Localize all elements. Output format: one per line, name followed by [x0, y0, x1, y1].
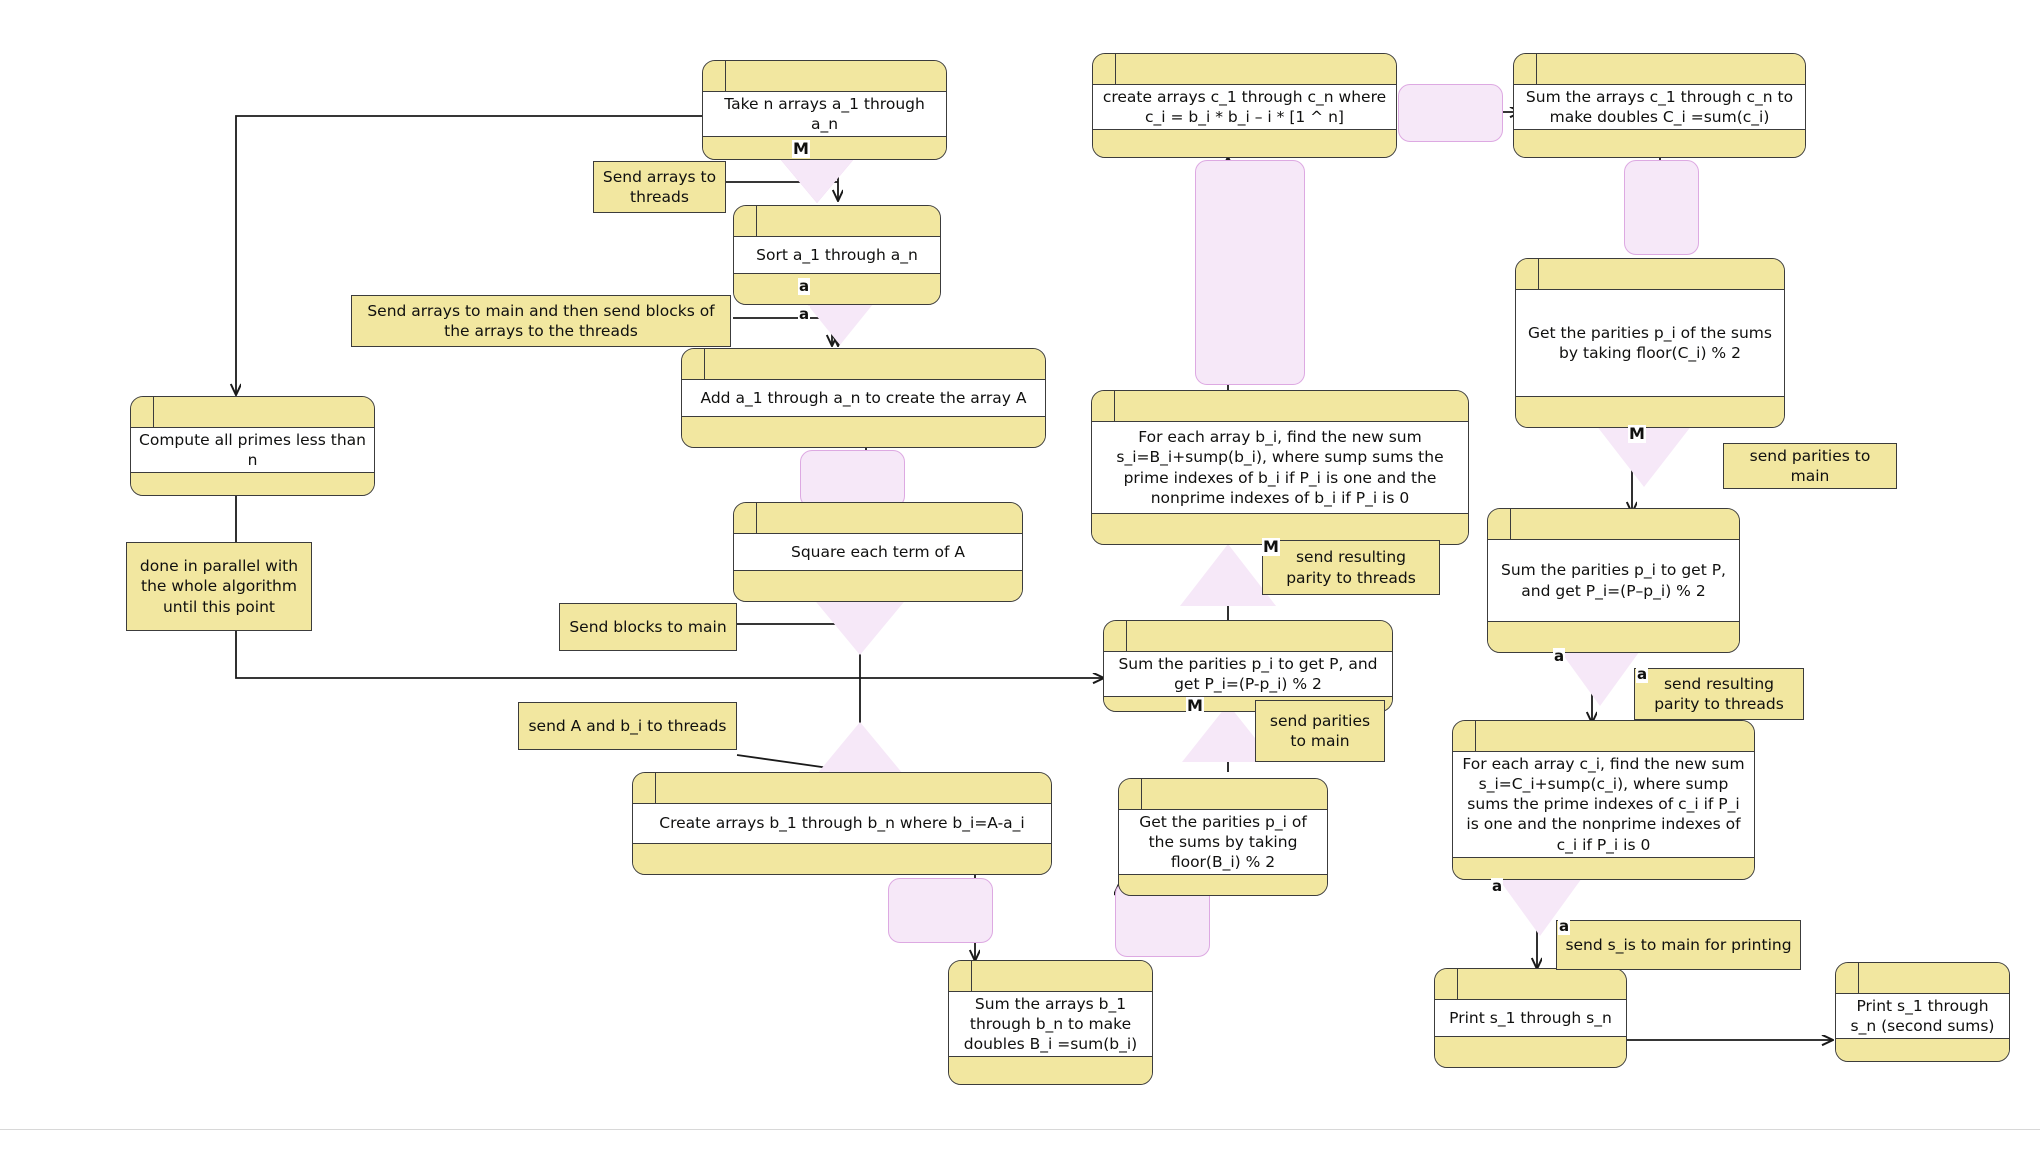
note-send-a-and-b-to-threads: send A and b_i to threads — [518, 702, 737, 750]
marker-m-new-sum-b: M — [1262, 537, 1280, 556]
node-label: Square each term of A — [734, 534, 1022, 571]
node-label: Create arrays b_1 through b_n where b_i=… — [633, 804, 1051, 844]
node-footer-band — [1435, 1037, 1626, 1067]
node-label: Sum the arrays b_1 through b_n to make d… — [949, 992, 1152, 1058]
note-send-arrays-to-main: Send arrays to main and then send blocks… — [351, 295, 731, 347]
node-header-band — [1104, 621, 1392, 652]
node-print-s-second[interactable]: Print s_1 through s_n (second sums) — [1835, 962, 2010, 1062]
node-footer-band — [1514, 130, 1805, 157]
note-send-arrays-to-threads: Send arrays to threads — [593, 161, 726, 213]
node-header-band — [1514, 54, 1805, 85]
marker-m-take-n-arrays: M — [792, 139, 810, 158]
fork-marker-sum-parities-c — [1558, 648, 1642, 706]
marker-a-note-print: a — [1558, 917, 1571, 935]
node-label: Sum the parities p_i to get P, and get P… — [1488, 540, 1739, 622]
node-footer-band — [734, 571, 1022, 601]
node-new-sum-b[interactable]: For each array b_i, find the new sum s_i… — [1091, 390, 1469, 545]
node-footer-band — [703, 137, 946, 159]
node-header-band — [1119, 779, 1327, 810]
node-header-band — [1836, 963, 2009, 994]
node-label: Get the parities p_i of the sums by taki… — [1119, 810, 1327, 876]
fork-marker-square-terms — [812, 597, 908, 655]
connector-add-to-square — [800, 450, 905, 508]
node-header-band — [949, 961, 1152, 992]
node-label: Take n arrays a_1 through a_n — [703, 92, 946, 138]
node-header-band — [1435, 969, 1626, 1000]
node-sum-parities-b[interactable]: Sum the parities p_i to get P, and get P… — [1103, 620, 1393, 712]
node-header-band — [1092, 391, 1468, 422]
note-send-parities-to-main-2: send parities to main — [1723, 443, 1897, 489]
note-send-blocks-to-main: Send blocks to main — [559, 603, 737, 651]
node-label: Sort a_1 through a_n — [734, 237, 940, 274]
diagram-canvas: Take n arrays a_1 through a_n Sort a_1 t… — [0, 0, 2040, 1160]
node-footer-band — [734, 274, 940, 304]
node-parities-b[interactable]: Get the parities p_i of the sums by taki… — [1118, 778, 1328, 896]
node-footer-band — [949, 1057, 1152, 1084]
node-header-band — [633, 773, 1051, 804]
node-label: create arrays c_1 through c_n where c_i … — [1093, 85, 1396, 131]
node-label: Compute all primes less than n — [131, 428, 374, 474]
note-send-sis-to-main-for-printing: send s_is to main for printing — [1556, 920, 1801, 970]
node-label: Print s_1 through s_n — [1435, 1000, 1626, 1037]
node-label: Get the parities p_i of the sums by taki… — [1516, 290, 1784, 397]
node-label: For each array b_i, find the new sum s_i… — [1092, 422, 1468, 514]
marker-m-parities-c: M — [1628, 424, 1646, 443]
node-sum-parities-c[interactable]: Sum the parities p_i to get P, and get P… — [1487, 508, 1740, 653]
node-header-band — [703, 61, 946, 92]
node-sum-c[interactable]: Sum the arrays c_1 through c_n to make d… — [1513, 53, 1806, 158]
node-create-c[interactable]: create arrays c_1 through c_n where c_i … — [1092, 53, 1397, 158]
node-header-band — [1516, 259, 1784, 290]
note-send-parities-to-main-1: send parities to main — [1255, 700, 1385, 762]
node-label: For each array c_i, find the new sum s_i… — [1453, 752, 1754, 858]
node-label: Print s_1 through s_n (second sums) — [1836, 994, 2009, 1040]
node-sort-arrays[interactable]: Sort a_1 through a_n — [733, 205, 941, 305]
node-footer-band — [633, 844, 1051, 874]
node-footer-band — [682, 417, 1045, 447]
node-parities-c[interactable]: Get the parities p_i of the sums by taki… — [1515, 258, 1785, 428]
note-done-in-parallel: done in parallel with the whole algorith… — [126, 542, 312, 631]
node-print-s[interactable]: Print s_1 through s_n — [1434, 968, 1627, 1068]
node-label: Sum the parities p_i to get P, and get P… — [1104, 652, 1392, 698]
marker-a-sort-bottom: a — [798, 305, 811, 323]
node-sum-b[interactable]: Sum the arrays b_1 through b_n to make d… — [948, 960, 1153, 1085]
node-header-band — [734, 503, 1022, 534]
node-new-sum-c[interactable]: For each array c_i, find the new sum s_i… — [1452, 720, 1755, 880]
marker-a-note-parity-threads: a — [1636, 665, 1649, 683]
node-footer-band — [1516, 397, 1784, 427]
node-create-b[interactable]: Create arrays b_1 through b_n where b_i=… — [632, 772, 1052, 875]
marker-m-sum-parities-b: M — [1186, 696, 1204, 715]
node-take-n-arrays[interactable]: Take n arrays a_1 through a_n — [702, 60, 947, 160]
node-footer-band — [1093, 130, 1396, 157]
connector-create-b-to-sum-b — [888, 878, 993, 943]
node-header-band — [1488, 509, 1739, 540]
node-label: Add a_1 through a_n to create the array … — [682, 380, 1045, 417]
node-square-terms[interactable]: Square each term of A — [733, 502, 1023, 602]
figure-bottom-rule — [0, 1129, 2040, 1130]
node-compute-primes[interactable]: Compute all primes less than n — [130, 396, 375, 496]
marker-a-new-sum-c: a — [1491, 877, 1504, 895]
marker-a-sort-top: a — [798, 277, 811, 295]
node-header-band — [1453, 721, 1754, 752]
node-footer-band — [1836, 1039, 2009, 1061]
node-footer-band — [1119, 875, 1327, 895]
node-label: Sum the arrays c_1 through c_n to make d… — [1514, 85, 1805, 131]
node-footer-band — [1488, 622, 1739, 652]
node-header-band — [682, 349, 1045, 380]
note-send-resulting-parity-to-threads-2: send resulting parity to threads — [1634, 668, 1804, 720]
connector-sum-c-to-parities-c — [1624, 160, 1699, 255]
node-footer-band — [131, 473, 374, 495]
node-header-band — [1093, 54, 1396, 85]
node-header-band — [131, 397, 374, 428]
note-send-resulting-parity-to-threads-1: send resulting parity to threads — [1262, 540, 1440, 595]
marker-a-sum-parities-c: a — [1553, 647, 1566, 665]
node-header-band — [734, 206, 940, 237]
connector-create-c-to-sum-c — [1398, 84, 1503, 142]
connector-new-sum-b-to-create-c — [1195, 160, 1305, 385]
node-add-arrays[interactable]: Add a_1 through a_n to create the array … — [681, 348, 1046, 448]
